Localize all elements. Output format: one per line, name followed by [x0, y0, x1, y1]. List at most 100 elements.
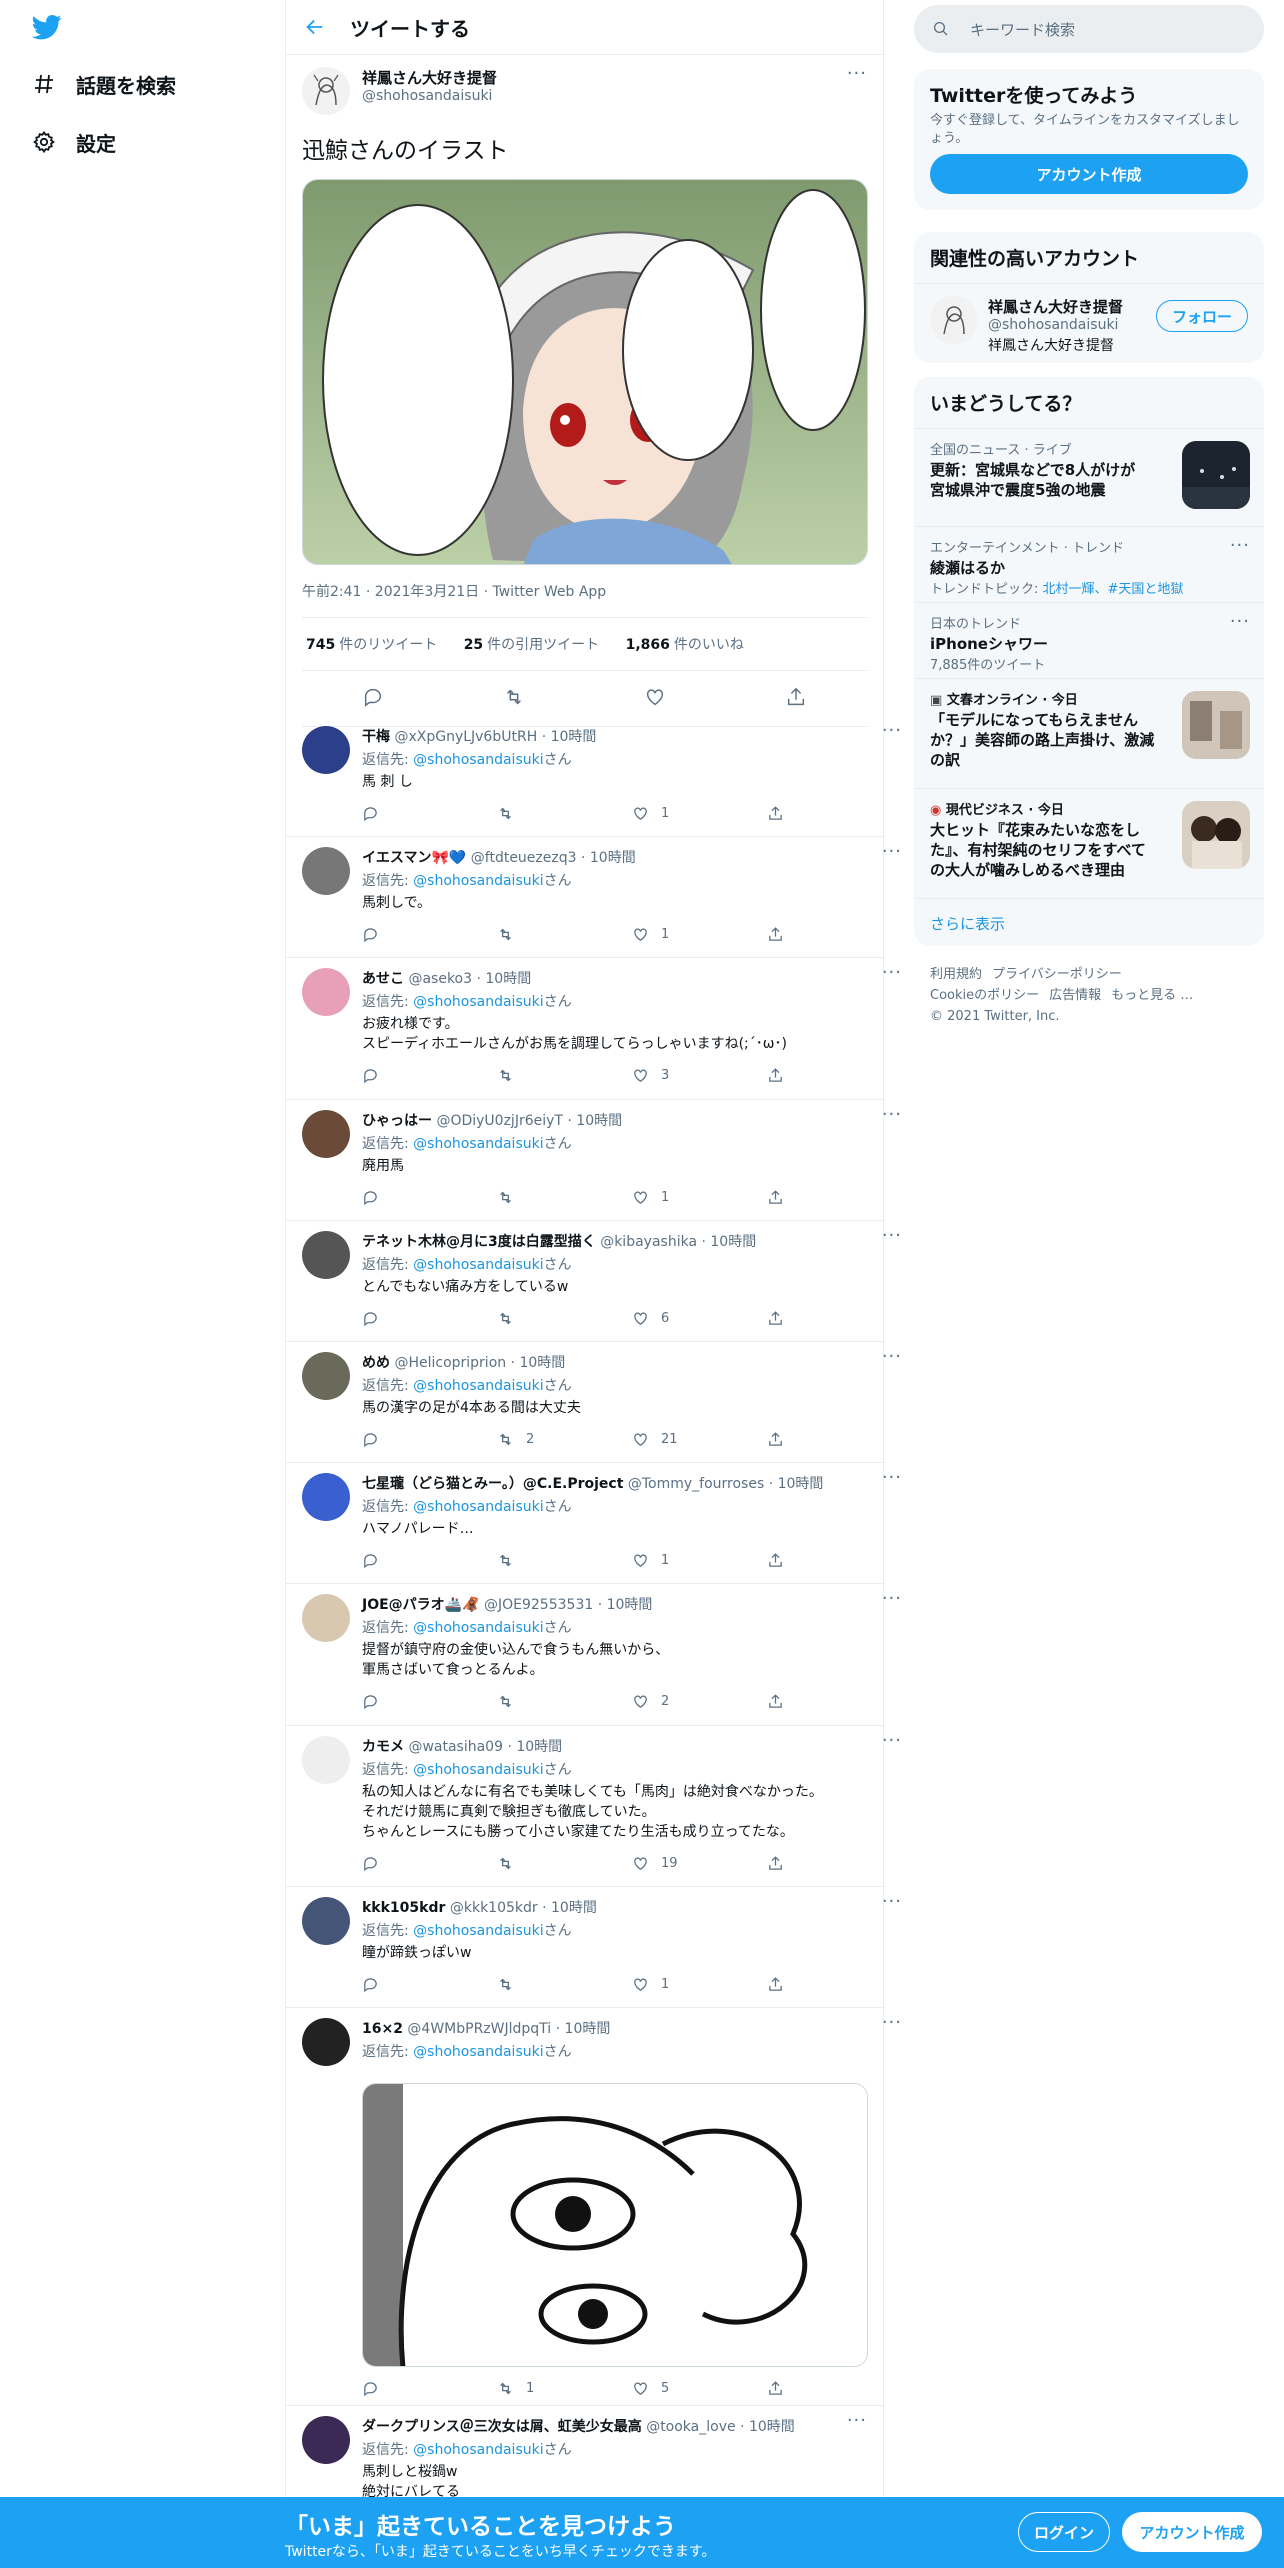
- replying-to-handle[interactable]: @shohosandaisuki: [413, 994, 543, 1010]
- reply-tweet[interactable]: ダークプリンス＠三次女は屑、虹美少女最高 @tooka_love · 10時間 …: [286, 2406, 883, 2506]
- like-button[interactable]: 6: [632, 1310, 767, 1327]
- replying-to-handle[interactable]: @shohosandaisuki: [413, 1620, 543, 1636]
- share-button[interactable]: [767, 1431, 902, 1448]
- avatar[interactable]: [302, 1473, 350, 1521]
- reply-button[interactable]: [362, 805, 497, 822]
- share-button[interactable]: [767, 1310, 902, 1327]
- avatar[interactable]: [302, 1352, 350, 1400]
- retweet-button[interactable]: [497, 1693, 632, 1710]
- replying-to-handle[interactable]: @shohosandaisuki: [413, 1378, 543, 1394]
- more-options-icon[interactable]: ···: [1230, 537, 1250, 555]
- retweet-button[interactable]: [497, 1189, 632, 1206]
- reply-author-name[interactable]: kkk105kdr: [362, 1900, 445, 1916]
- trend-topic-links[interactable]: 北村一輝、#天国と地獄: [1043, 582, 1184, 597]
- reply-time[interactable]: · 10時間: [567, 1113, 622, 1129]
- reply-button[interactable]: [362, 1189, 497, 1206]
- retweet-button[interactable]: [497, 1310, 632, 1327]
- more-options-icon[interactable]: ···: [882, 964, 902, 982]
- reply-time[interactable]: · 10時間: [598, 1597, 653, 1613]
- footer-ads[interactable]: 広告情報: [1049, 988, 1101, 1003]
- footer-more[interactable]: もっと見る …: [1111, 988, 1193, 1003]
- replying-to-handle[interactable]: @shohosandaisuki: [413, 873, 543, 889]
- reply-author-handle[interactable]: @JOE92553531: [484, 1597, 593, 1613]
- replying-to-handle[interactable]: @shohosandaisuki: [413, 752, 543, 768]
- retweet-button[interactable]: [497, 926, 632, 943]
- replying-to-handle[interactable]: @shohosandaisuki: [413, 1762, 543, 1778]
- reply-author-name[interactable]: めめ: [362, 1355, 390, 1371]
- reply-author-handle[interactable]: @tooka_love: [646, 2419, 735, 2435]
- trend-item[interactable]: ▣ 文春オンライン · 今日 「モデルになってもらえませんか？」美容師の路上声掛…: [914, 678, 1264, 788]
- login-button[interactable]: ログイン: [1018, 2512, 1110, 2552]
- replying-to-handle[interactable]: @shohosandaisuki: [413, 2442, 543, 2458]
- reply-time[interactable]: · 10時間: [507, 1739, 562, 1755]
- replying-to-handle[interactable]: @shohosandaisuki: [413, 1257, 543, 1273]
- nav-explore[interactable]: 話題を検索: [32, 64, 176, 104]
- more-options-icon[interactable]: ···: [882, 1469, 902, 1487]
- reply-author-handle[interactable]: @Tommy_fourroses: [628, 1476, 764, 1492]
- like-button[interactable]: 19: [632, 1855, 767, 1872]
- avatar[interactable]: [302, 67, 350, 115]
- footer-terms[interactable]: 利用規約: [930, 967, 982, 982]
- like-button[interactable]: 1: [632, 1976, 767, 1993]
- replying-to-handle[interactable]: @shohosandaisuki: [413, 1499, 543, 1515]
- show-more-link[interactable]: さらに表示: [914, 898, 1264, 946]
- reply-author-name[interactable]: カモメ: [362, 1739, 404, 1755]
- more-options-icon[interactable]: ···: [882, 2014, 902, 2032]
- like-button[interactable]: 1: [632, 1189, 767, 1206]
- reply-author-handle[interactable]: @ftdteuezezq3: [471, 850, 577, 866]
- avatar[interactable]: [302, 1110, 350, 1158]
- share-button[interactable]: [767, 1067, 902, 1084]
- more-options-icon[interactable]: ···: [882, 1590, 902, 1608]
- retweet-icon[interactable]: [503, 686, 525, 712]
- trend-item[interactable]: 日本のトレンド iPhoneシャワー 7,885件のツイート ···: [914, 602, 1264, 678]
- share-button[interactable]: [767, 805, 902, 822]
- reply-author-name[interactable]: JOE@パラオ🚢🦧: [362, 1597, 480, 1613]
- share-button[interactable]: [767, 926, 902, 943]
- avatar[interactable]: [302, 847, 350, 895]
- more-options-icon[interactable]: ···: [882, 722, 902, 740]
- reply-tweet[interactable]: 七星瓏（どら猫とみー。）@C.E.Project @Tommy_fourrose…: [286, 1463, 901, 1584]
- reply-author-name[interactable]: 干梅: [362, 729, 390, 745]
- share-button[interactable]: [767, 1189, 902, 1206]
- reply-author-handle[interactable]: @xXpGnyLJv6bUtRH: [394, 729, 537, 745]
- share-icon[interactable]: [785, 686, 807, 712]
- reply-time[interactable]: · 10時間: [542, 729, 597, 745]
- like-button[interactable]: 2: [632, 1693, 767, 1710]
- like-icon[interactable]: [644, 686, 666, 712]
- like-button[interactable]: 1: [632, 805, 767, 822]
- more-options-icon[interactable]: ···: [882, 1893, 902, 1911]
- reply-time[interactable]: · 10時間: [476, 971, 531, 987]
- footer-privacy[interactable]: プライバシーポリシー: [992, 967, 1122, 982]
- create-account-button[interactable]: アカウント作成: [930, 154, 1248, 194]
- more-options-icon[interactable]: ···: [847, 2412, 867, 2430]
- reply-icon[interactable]: [362, 686, 384, 712]
- trend-item[interactable]: 全国のニュース · ライブ 更新：宮城県などで8人がけが 宮城県沖で震度5強の地…: [914, 428, 1264, 526]
- tweet-timestamp[interactable]: 午前2:41 · 2021年3月21日 · Twitter Web App: [302, 565, 867, 618]
- reply-tweet[interactable]: JOE@パラオ🚢🦧 @JOE92553531 · 10時間 ··· 返信先: @…: [286, 1584, 901, 1726]
- like-count[interactable]: 1,866 件のいいね: [626, 637, 744, 653]
- reply-time[interactable]: · 10時間: [542, 1900, 597, 1916]
- reply-author-name[interactable]: あせこ: [362, 971, 404, 987]
- avatar[interactable]: [302, 1736, 350, 1784]
- avatar[interactable]: [302, 968, 350, 1016]
- nav-settings[interactable]: 設定: [32, 122, 116, 162]
- share-button[interactable]: [767, 2380, 902, 2397]
- avatar[interactable]: [302, 726, 350, 774]
- reply-author-name[interactable]: テネット木林@月に3度は白露型描く: [362, 1234, 596, 1250]
- avatar[interactable]: [302, 2416, 350, 2464]
- reply-author-handle[interactable]: @Helicopriprion: [394, 1355, 506, 1371]
- like-button[interactable]: 1: [632, 926, 767, 943]
- trend-item[interactable]: エンターテインメント · トレンド 綾瀬はるか トレンドトピック: 北村一輝、#…: [914, 526, 1264, 602]
- footer-cookie[interactable]: Cookieのポリシー: [930, 988, 1039, 1003]
- reply-tweet[interactable]: ひゃっはー @ODiyU0zjJr6eiyT · 10時間 ··· 返信先: @…: [286, 1100, 901, 1221]
- more-options-icon[interactable]: ···: [882, 1732, 902, 1750]
- share-button[interactable]: [767, 1855, 902, 1872]
- reply-time[interactable]: · 10時間: [701, 1234, 756, 1250]
- quote-count[interactable]: 25 件の引用ツイート: [464, 637, 599, 653]
- like-button[interactable]: 3: [632, 1067, 767, 1084]
- reply-author-handle[interactable]: @kibayashika: [600, 1234, 697, 1250]
- reply-author-handle[interactable]: @ODiyU0zjJr6eiyT: [436, 1113, 563, 1129]
- more-options-icon[interactable]: ···: [882, 1348, 902, 1366]
- reply-author-name[interactable]: ひゃっはー: [362, 1113, 432, 1129]
- reply-tweet[interactable]: 16×2 @4WMbPRzWJldpqTi · 10時間 ··· 返信先: @s…: [286, 2008, 901, 2406]
